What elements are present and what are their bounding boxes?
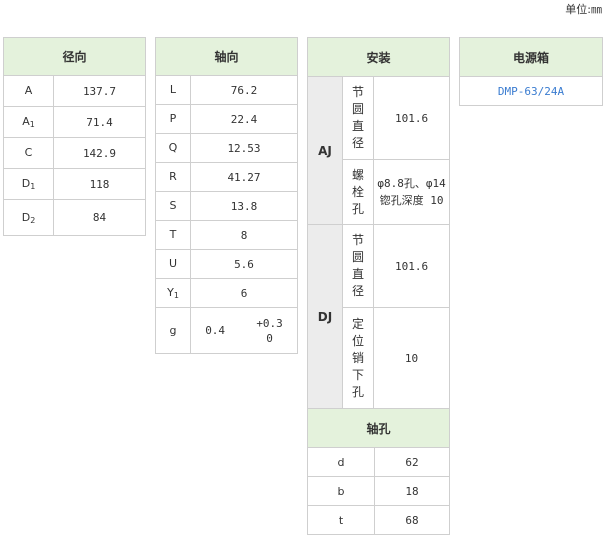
item-name: 定位销下孔 bbox=[351, 316, 364, 399]
axial-table: 轴向 L 76.2 P 22.4 Q 12.53 R 41.27 S 13.8 … bbox=[154, 37, 299, 354]
value-cell: 8 bbox=[189, 220, 299, 250]
value-cell: 118 bbox=[52, 168, 147, 200]
axial-title: 轴向 bbox=[154, 37, 299, 76]
table-row: A1 71.4 bbox=[3, 106, 147, 138]
value-cell: 71.4 bbox=[52, 106, 147, 138]
table-row: A 137.7 bbox=[3, 75, 147, 107]
symbol-cell: A bbox=[3, 75, 54, 107]
value-cell: 76.2 bbox=[189, 75, 299, 105]
symbol-cell: L bbox=[155, 75, 191, 105]
item-value-cell: 101.6 bbox=[372, 224, 451, 308]
item-name: 节圆直径 bbox=[351, 85, 364, 150]
symbol-cell: Y1 bbox=[155, 278, 191, 308]
symbol-cell: g bbox=[155, 307, 191, 354]
value-cell: 12.53 bbox=[189, 133, 299, 163]
item-value-cell: φ8.8孔、φ14锪孔深度 10 bbox=[372, 159, 451, 225]
shaft-hole-table: 轴孔 d 62 b 18 t 68 bbox=[306, 408, 451, 535]
tolerance-lower: 0 bbox=[266, 331, 273, 345]
tolerance: +0.3 0 bbox=[256, 316, 283, 346]
value-cell: 62 bbox=[373, 447, 451, 477]
value-cell: 0.4 +0.3 0 bbox=[189, 307, 299, 354]
symbol-cell: R bbox=[155, 162, 191, 192]
mounting-title: 安装 bbox=[306, 37, 451, 77]
unit-label: 单位:㎜ bbox=[565, 3, 602, 16]
symbol-cell: D2 bbox=[3, 199, 54, 236]
radial-title: 径向 bbox=[2, 37, 147, 76]
mounting-table: 安装 AJ 节圆直径 101.6 螺栓孔 φ8.8孔、φ14锪孔深度 10 DJ… bbox=[306, 37, 451, 409]
group-label-aj: AJ bbox=[307, 76, 343, 225]
power-box-model-link[interactable]: DMP-63/24A bbox=[459, 76, 603, 106]
item-value: φ8.8孔、φ14锪孔深度 10 bbox=[377, 177, 446, 207]
value-cell: 5.6 bbox=[189, 249, 299, 279]
power-box-title: 电源箱 bbox=[459, 37, 603, 77]
symbol-cell: t bbox=[307, 505, 375, 535]
group-label-dj: DJ bbox=[307, 224, 343, 409]
item-name: 螺栓孔 bbox=[351, 167, 364, 216]
table-row: g 0.4 +0.3 0 bbox=[155, 307, 299, 354]
table-row: R 41.27 bbox=[155, 162, 299, 192]
value-cell: 41.27 bbox=[189, 162, 299, 192]
symbol-cell: d bbox=[307, 447, 375, 477]
item-name-cell: 定位销下孔 bbox=[342, 307, 374, 409]
table-row: b 18 bbox=[307, 476, 451, 506]
table-row: AJ 节圆直径 101.6 bbox=[307, 76, 451, 225]
item-name: 节圆直径 bbox=[351, 233, 364, 298]
shaft-hole-title: 轴孔 bbox=[306, 408, 451, 448]
g-value: 0.4 bbox=[205, 323, 226, 337]
radial-table: 径向 A 137.7 A1 71.4 C 142.9 D1 118 D2 84 bbox=[2, 37, 147, 236]
table-row: P 22.4 bbox=[155, 104, 299, 134]
table-row: DMP-63/24A bbox=[459, 76, 603, 106]
value-cell: 18 bbox=[373, 476, 451, 506]
item-name-cell: 螺栓孔 bbox=[342, 159, 374, 225]
symbol-cell: U bbox=[155, 249, 191, 279]
table-row: D1 118 bbox=[3, 168, 147, 200]
symbol-cell: Q bbox=[155, 133, 191, 163]
value-cell: 84 bbox=[52, 199, 147, 236]
item-name-cell: 节圆直径 bbox=[342, 76, 374, 160]
table-row: Y1 6 bbox=[155, 278, 299, 308]
symbol-cell: P bbox=[155, 104, 191, 134]
item-value-cell: 101.6 bbox=[372, 76, 451, 160]
value-cell: 13.8 bbox=[189, 191, 299, 221]
table-row: Q 12.53 bbox=[155, 133, 299, 163]
power-box-table: 电源箱 DMP-63/24A bbox=[459, 37, 603, 106]
table-row: D2 84 bbox=[3, 199, 147, 236]
table-row: C 142.9 bbox=[3, 137, 147, 169]
table-row: T 8 bbox=[155, 220, 299, 250]
value-cell: 6 bbox=[189, 278, 299, 308]
table-row: S 13.8 bbox=[155, 191, 299, 221]
value-cell: 142.9 bbox=[52, 137, 147, 169]
symbol-cell: b bbox=[307, 476, 375, 506]
symbol-cell: C bbox=[3, 137, 54, 169]
symbol-cell: A1 bbox=[3, 106, 54, 138]
tolerance-upper: +0.3 bbox=[256, 316, 283, 330]
symbol-cell: D1 bbox=[3, 168, 54, 200]
table-row: DJ 节圆直径 101.6 bbox=[307, 224, 451, 409]
symbol-cell: T bbox=[155, 220, 191, 250]
item-name-cell: 节圆直径 bbox=[342, 224, 374, 308]
item-value-cell: 10 bbox=[372, 307, 451, 409]
value-cell: 68 bbox=[373, 505, 451, 535]
value-cell: 22.4 bbox=[189, 104, 299, 134]
table-row: t 68 bbox=[307, 505, 451, 535]
table-row: U 5.6 bbox=[155, 249, 299, 279]
value-cell: 137.7 bbox=[52, 75, 147, 107]
table-row: d 62 bbox=[307, 447, 451, 477]
table-row: L 76.2 bbox=[155, 75, 299, 105]
symbol-cell: S bbox=[155, 191, 191, 221]
